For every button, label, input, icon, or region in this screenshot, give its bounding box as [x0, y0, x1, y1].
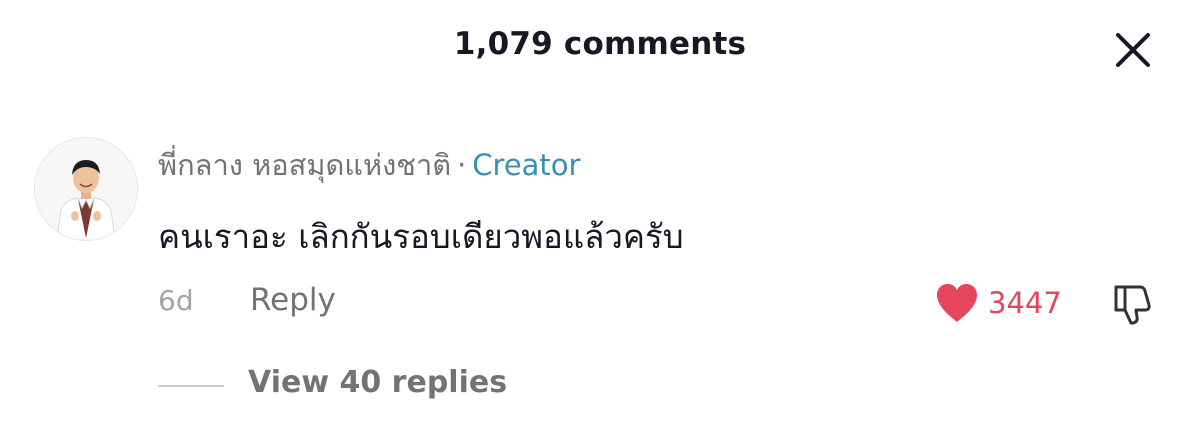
reply-button[interactable]: Reply	[250, 282, 336, 318]
avatar[interactable]	[34, 137, 138, 241]
close-button[interactable]	[1110, 27, 1156, 73]
comments-count-title: 1,079 comments	[453, 26, 747, 62]
view-replies-button[interactable]: View 40 replies	[248, 365, 507, 400]
comment-timestamp: 6d	[158, 284, 194, 317]
replies-divider-line	[158, 385, 224, 387]
dislike-button[interactable]	[1110, 282, 1156, 326]
like-count: 3447	[988, 286, 1062, 320]
creator-badge: Creator	[472, 148, 581, 182]
heart-icon	[937, 284, 977, 322]
thumbs-down-icon	[1114, 285, 1151, 325]
comment-text: คนเราอะ เลิกกันรอบเดียวพอแล้วครับ	[158, 217, 684, 256]
comment-author-line: พี่กลาง หอสมุดแห่งชาติ · Creator	[158, 142, 580, 188]
comment-author-name[interactable]: พี่กลาง หอสมุดแห่งชาติ	[158, 148, 451, 182]
close-icon	[1116, 33, 1150, 67]
like-button[interactable]: 3447	[934, 280, 1062, 326]
separator-dot: ·	[457, 148, 467, 182]
avatar-image	[35, 138, 137, 240]
